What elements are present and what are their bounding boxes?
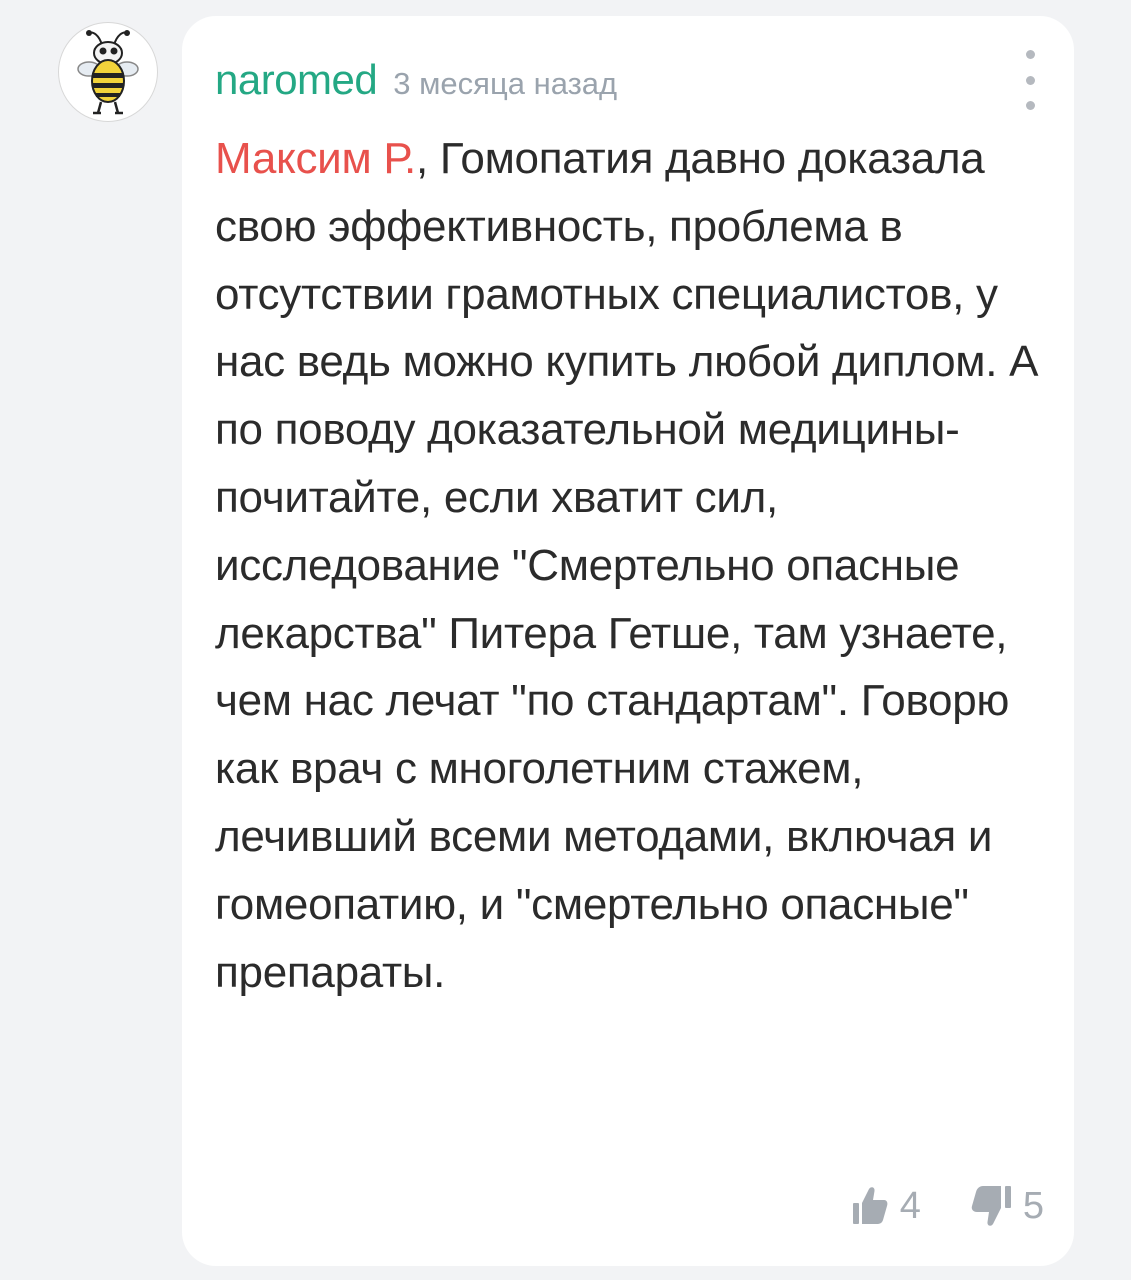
comment-card: naromed 3 месяца назад Максим Р., Гомопа… [182, 16, 1074, 1266]
bee-cartoon-icon [77, 30, 139, 115]
comment-body: Максим Р., Гомопатия давно доказала свою… [215, 125, 1060, 1006]
reply-to-mention[interactable]: Максим Р. [215, 134, 416, 183]
more-vertical-icon-dot [1025, 101, 1035, 110]
more-options-button[interactable] [1016, 50, 1044, 110]
like-count: 4 [899, 1184, 921, 1227]
dislike-button[interactable]: 5 [971, 1184, 1044, 1228]
like-button[interactable]: 4 [852, 1185, 921, 1228]
thumbs-down-icon [971, 1186, 1011, 1226]
thumbs-up-icon [852, 1187, 888, 1224]
comment-text: , Гомопатия давно доказала свою эффектив… [215, 134, 1039, 997]
avatar[interactable] [58, 22, 158, 122]
more-vertical-icon-dot [1025, 75, 1035, 85]
comment-header: naromed 3 месяца назад [215, 56, 617, 112]
more-vertical-icon [1025, 50, 1035, 59]
author-name[interactable]: naromed [215, 56, 378, 104]
comment-timestamp: 3 месяца назад [393, 66, 618, 101]
reactions-bar: 4 5 [852, 1182, 1044, 1230]
dislike-count: 5 [1022, 1184, 1044, 1227]
